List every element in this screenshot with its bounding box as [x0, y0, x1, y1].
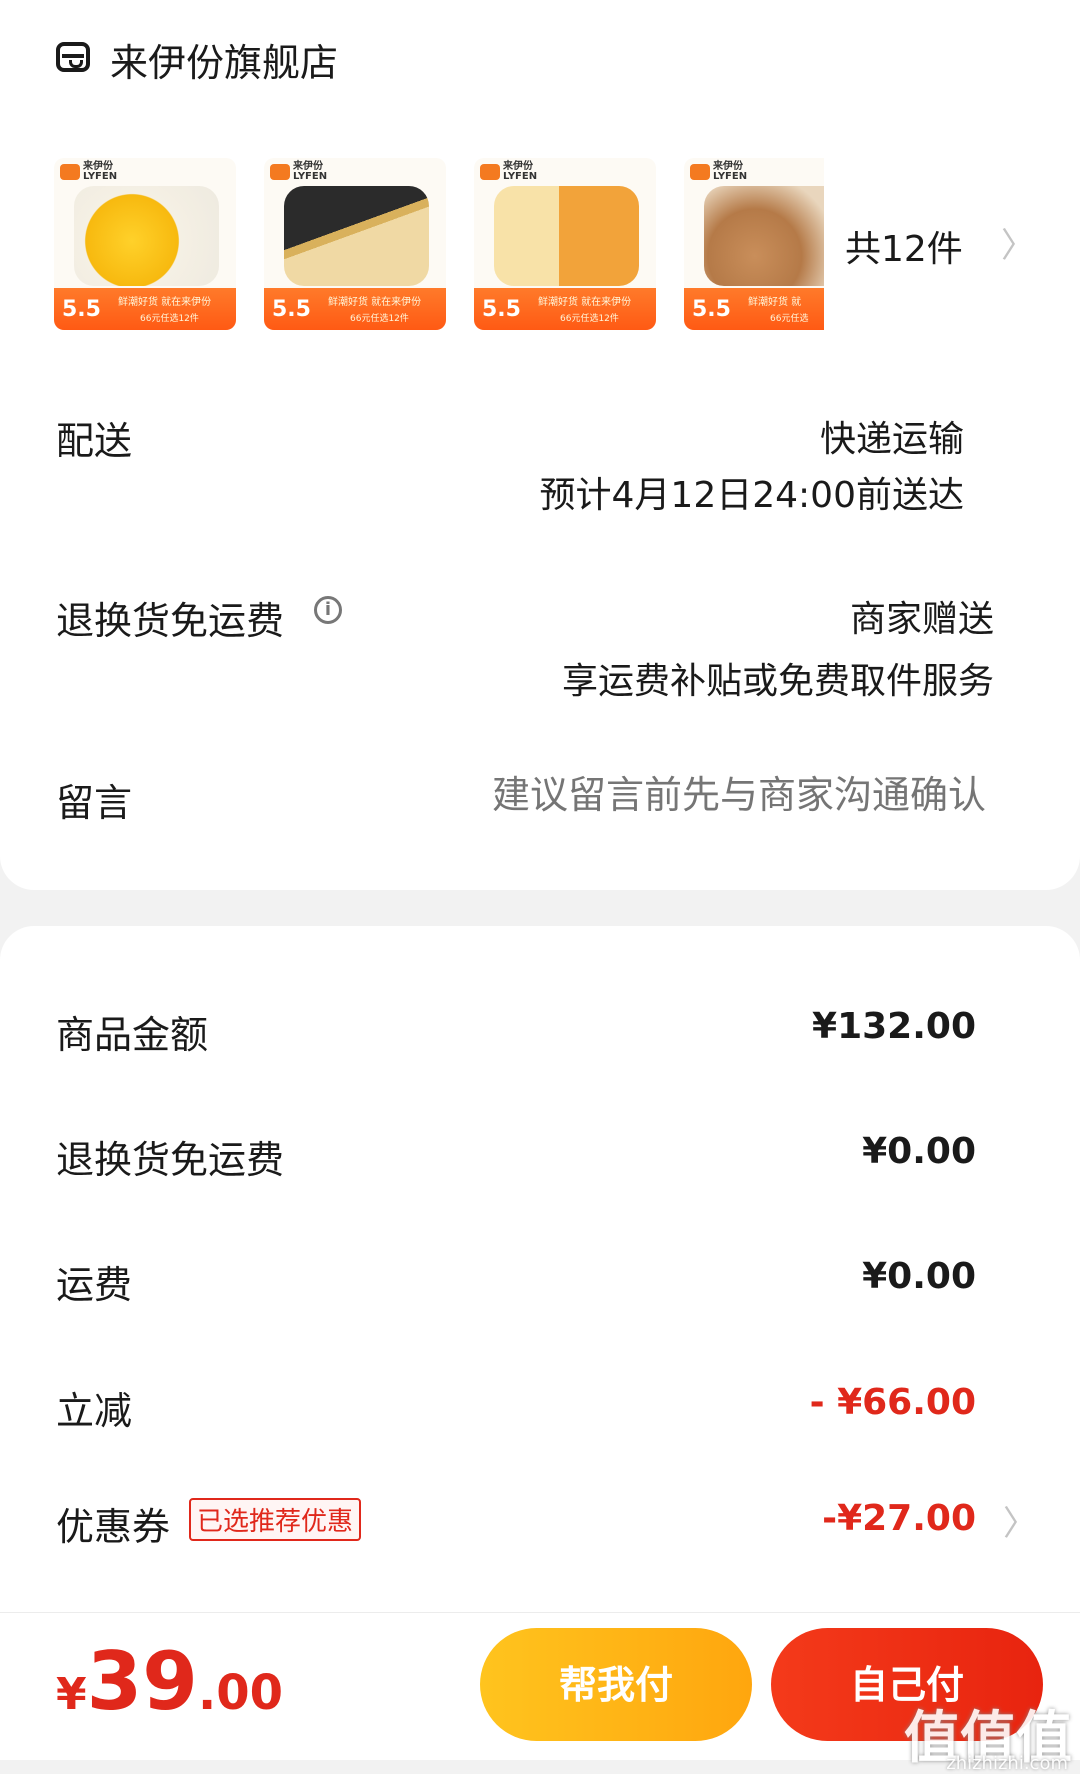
item-count[interactable]: 共12件	[845, 220, 963, 272]
brand-logo: 来伊份 LYFEN	[60, 162, 117, 182]
shop-name[interactable]: 来伊份旗舰店	[110, 32, 338, 87]
discount-label: 立减	[56, 1389, 133, 1433]
brand-logo: 来伊份 LYFEN	[690, 162, 747, 182]
product-thumbnail[interactable]: 来伊份 LYFEN 5.5 鲜潮好货 就在来伊份 66元任选12件	[264, 158, 446, 330]
return-shipping-label: 退换货免运费	[56, 599, 285, 643]
total-integer: 39	[86, 1635, 198, 1728]
brand-logo: 来伊份 LYFEN	[270, 162, 327, 182]
product-price: 5.5	[62, 297, 101, 322]
shop-icon	[56, 42, 90, 72]
return-fee-value: ¥0.00	[862, 1131, 976, 1172]
product-deal: 66元任选12件	[560, 314, 619, 324]
remark-input[interactable]	[384, 772, 988, 818]
product-image	[284, 186, 429, 286]
delivery-method[interactable]: 快递运输	[820, 410, 964, 462]
chevron-right-icon[interactable]: 〉	[1001, 218, 1035, 267]
product-slogan: 鲜潮好货 就在来伊份	[328, 297, 422, 308]
product-thumbnail[interactable]: 来伊份 LYFEN 5.5 鲜潮好货 就 66元任选	[684, 158, 824, 330]
discount-value: - ¥66.00	[809, 1382, 976, 1423]
checkout-bar: ¥39.00 帮我付 自己付 值值值 zhizhizhi.com	[0, 1612, 1080, 1774]
product-deal: 66元任选12件	[140, 314, 199, 324]
shipping-fee-label: 运费	[56, 1263, 133, 1307]
product-thumbnail[interactable]: 来伊份 LYFEN 5.5 鲜潮好货 就在来伊份 66元任选12件	[474, 158, 656, 330]
product-price: 5.5	[272, 297, 311, 322]
info-icon[interactable]: i	[314, 596, 342, 624]
shipping-fee-value: ¥0.00	[862, 1256, 976, 1297]
product-slogan: 鲜潮好货 就	[748, 297, 802, 308]
currency-symbol: ¥	[56, 1669, 87, 1720]
delivery-label: 配送	[56, 419, 133, 463]
help-pay-button[interactable]: 帮我付	[480, 1628, 752, 1741]
return-shipping-value: 商家赠送	[849, 599, 994, 640]
coupon-value[interactable]: -¥27.00	[822, 1498, 976, 1539]
goods-amount-value: ¥132.00	[812, 1006, 976, 1047]
product-slogan: 鲜潮好货 就在来伊份	[538, 297, 632, 308]
remark-label: 留言	[56, 781, 133, 825]
watermark-url: zhizhizhi.com	[946, 1753, 1068, 1774]
product-price: 5.5	[482, 297, 521, 322]
product-image	[704, 186, 824, 286]
chevron-right-icon[interactable]: 〉	[1003, 1496, 1037, 1545]
delivery-eta: 预计4月12日24:00前送达	[539, 475, 964, 516]
brand-logo: 来伊份 LYFEN	[480, 162, 537, 182]
product-image	[494, 186, 639, 286]
return-shipping-desc: 享运费补贴或免费取件服务	[561, 661, 994, 702]
goods-amount-label: 商品金额	[56, 1013, 209, 1057]
total-price: ¥39.00	[56, 1635, 283, 1728]
product-deal: 66元任选12件	[350, 314, 409, 324]
total-decimal: .00	[197, 1665, 283, 1721]
order-items-card: 来伊份旗舰店 来伊份 LYFEN 5.5 鲜潮好货 就在来伊份 66元任选12件 …	[0, 0, 1080, 890]
coupon-label: 优惠券	[56, 1505, 171, 1549]
return-fee-label: 退换货免运费	[56, 1138, 285, 1182]
product-image	[74, 186, 219, 286]
coupon-selected-badge: 已选推荐优惠	[189, 1498, 362, 1541]
product-slogan: 鲜潮好货 就在来伊份	[118, 297, 212, 308]
product-thumbnail[interactable]: 来伊份 LYFEN 5.5 鲜潮好货 就在来伊份 66元任选12件	[54, 158, 236, 330]
product-price: 5.5	[692, 297, 731, 322]
product-deal: 66元任选	[770, 314, 809, 324]
